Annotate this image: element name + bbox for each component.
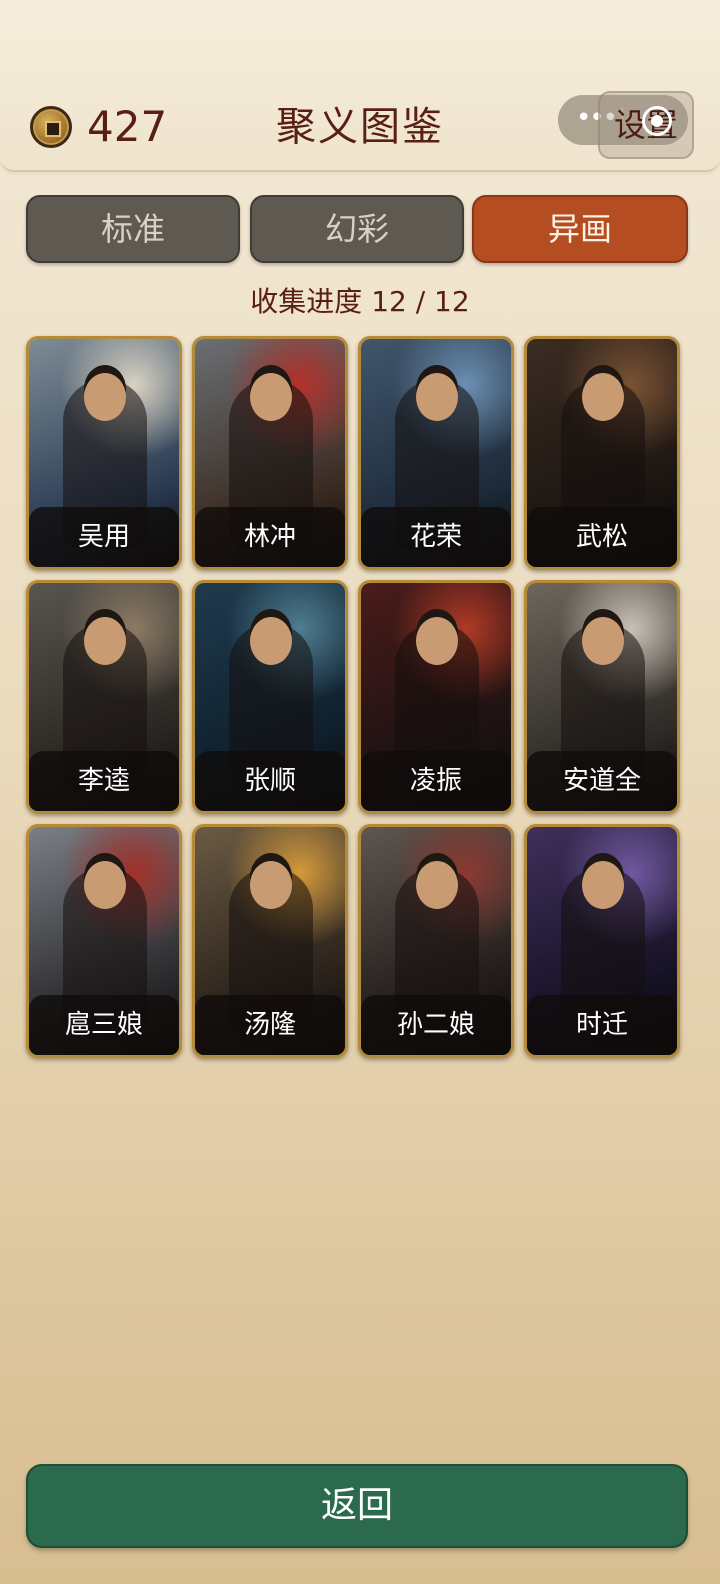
card-name-label: 凌振 — [361, 751, 511, 811]
hero-head — [250, 373, 292, 421]
card-name-label: 吴用 — [29, 507, 179, 567]
hero-head — [416, 373, 458, 421]
top-bar: 427 聚义图鉴 ••• 设置 — [0, 0, 720, 172]
hero-card[interactable]: 张顺 — [192, 580, 348, 814]
return-button[interactable]: 返回 — [26, 1464, 688, 1548]
hero-head — [84, 617, 126, 665]
card-name-label: 汤隆 — [195, 995, 345, 1055]
collection-screen: 427 聚义图鉴 ••• 设置 标准 幻彩 异画 收集进度 12 / 12 吴用… — [0, 0, 720, 1584]
hero-head — [582, 617, 624, 665]
card-name-label: 花荣 — [361, 507, 511, 567]
hero-head — [84, 861, 126, 909]
hero-card[interactable]: 孙二娘 — [358, 824, 514, 1058]
hero-card[interactable]: 汤隆 — [192, 824, 348, 1058]
card-name-label: 扈三娘 — [29, 995, 179, 1055]
card-name-label: 时迁 — [527, 995, 677, 1055]
hero-card[interactable]: 吴用 — [26, 336, 182, 570]
hero-card[interactable]: 李逵 — [26, 580, 182, 814]
hero-head — [416, 617, 458, 665]
card-name-label: 安道全 — [527, 751, 677, 811]
hero-head — [416, 861, 458, 909]
hero-card[interactable]: 安道全 — [524, 580, 680, 814]
hero-card[interactable]: 花荣 — [358, 336, 514, 570]
hero-head — [250, 861, 292, 909]
close-mini-program-icon[interactable] — [642, 106, 672, 136]
tab-alt-art[interactable]: 异画 — [472, 195, 688, 263]
card-name-label: 武松 — [527, 507, 677, 567]
hero-card[interactable]: 凌振 — [358, 580, 514, 814]
card-name-label: 张顺 — [195, 751, 345, 811]
hero-card[interactable]: 扈三娘 — [26, 824, 182, 1058]
card-name-label: 李逵 — [29, 751, 179, 811]
hero-head — [84, 373, 126, 421]
hero-card[interactable]: 武松 — [524, 336, 680, 570]
hero-head — [582, 861, 624, 909]
hero-head — [582, 373, 624, 421]
collection-progress: 收集进度 12 / 12 — [250, 285, 470, 318]
tab-standard[interactable]: 标准 — [26, 195, 240, 263]
card-name-label: 孙二娘 — [361, 995, 511, 1055]
hero-card[interactable]: 林冲 — [192, 336, 348, 570]
tab-iridescent[interactable]: 幻彩 — [250, 195, 464, 263]
card-name-label: 林冲 — [195, 507, 345, 567]
hero-card[interactable]: 时迁 — [524, 824, 680, 1058]
hero-head — [250, 617, 292, 665]
